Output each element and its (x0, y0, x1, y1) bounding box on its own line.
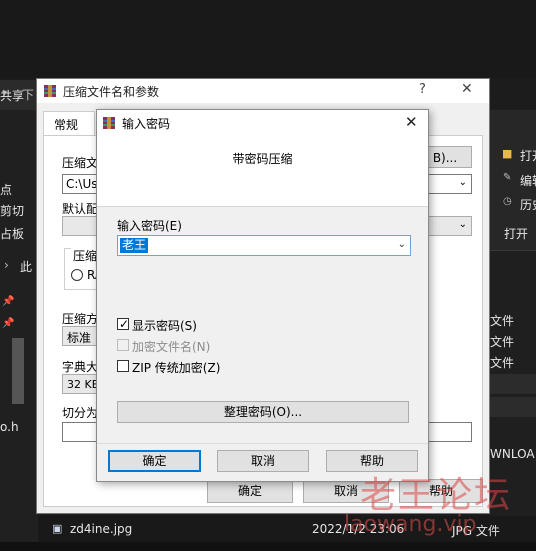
password-input[interactable]: 老王 ⌄ (117, 235, 411, 256)
default-config-label: 默认配 (62, 202, 99, 216)
explorer-status-strip (0, 542, 536, 551)
checkbox-box (117, 360, 129, 372)
ribbon-cut-label[interactable]: 剪切 (0, 202, 24, 219)
breadcrumb-arrow-icon[interactable]: › (4, 258, 9, 272)
compression-method-label: 压缩方 (62, 312, 99, 326)
split-volumes-label: 切分为 (62, 406, 99, 420)
dialog-header: 带密码压缩 (97, 136, 428, 206)
cancel-button[interactable]: 取消 (217, 450, 309, 472)
downloads-item[interactable]: WNLOA (490, 447, 535, 461)
ok-button[interactable]: 确定 (207, 479, 293, 503)
edit-icon: ✎ (503, 172, 512, 183)
divider (97, 206, 428, 207)
ribbon-edit-label[interactable]: 编辑 (520, 172, 536, 189)
ok-button[interactable]: 确定 (108, 450, 201, 472)
history-icon: ◷ (503, 196, 512, 207)
password-value: 老王 (120, 238, 149, 253)
explorer-scrollbar-thumb[interactable] (12, 338, 24, 404)
left-file-name[interactable]: o.h (0, 420, 19, 434)
dictionary-size-label: 字典大 (62, 360, 99, 374)
show-password-label: 显示密码(S) (132, 319, 197, 333)
close-icon[interactable]: ✕ (405, 113, 418, 131)
chevron-down-icon[interactable]: ⌄ (398, 239, 406, 250)
pin-icon: 📌 (2, 318, 15, 329)
file-type-cell: 文件 (490, 356, 515, 370)
file-icon: ▣ (52, 522, 63, 535)
file-type-cell: 文件 (490, 314, 515, 328)
enter-password-dialog: 输入密码 ✕ 带密码压缩 输入密码(E) 老王 ⌄ ✓ 显示密码(S) 加密文件… (96, 109, 429, 482)
folder-icon: ■ (502, 147, 513, 160)
checkbox-box (117, 339, 129, 351)
zip-legacy-label: ZIP 传统加密(Z) (132, 361, 221, 375)
divider (490, 250, 536, 251)
ribbon-open-label[interactable]: 打开 (520, 147, 536, 164)
winrar-icon (103, 117, 115, 129)
help-icon[interactable]: ? (419, 82, 426, 97)
divider (97, 443, 428, 444)
ribbon-open-group-label: 打开 (504, 227, 529, 241)
list-item[interactable] (490, 374, 536, 394)
watermark-url: laowang.vip (344, 512, 477, 537)
rar-radio[interactable] (71, 269, 83, 281)
ribbon-label: 点 (0, 183, 13, 197)
explorer-top-strip (0, 0, 536, 78)
list-item[interactable] (490, 397, 536, 417)
close-icon[interactable]: ✕ (461, 81, 473, 97)
organize-passwords-button[interactable]: 整理密码(O)... (117, 401, 409, 423)
file-name: zd4ine.jpg (70, 522, 133, 536)
dictionary-size-value: 32 KB (67, 378, 100, 391)
chevron-down-icon: ⌄ (458, 177, 467, 188)
watermark-logo-text: 老王论坛 (360, 475, 513, 516)
compression-method-value: 标准 (67, 331, 92, 345)
file-type-cell: 文件 (490, 335, 515, 349)
format-group-label: 压缩 (71, 247, 100, 264)
breadcrumb-this-pc[interactable]: 此 (20, 258, 32, 275)
dialog-titlebar[interactable]: 压缩文件名和参数 ? ✕ (37, 79, 489, 103)
check-icon: ✓ (119, 317, 130, 331)
tab-general[interactable]: 常规 (43, 111, 95, 135)
explorer-left-column (0, 110, 38, 551)
archive-name-label: 压缩文 (62, 156, 99, 170)
dialog-title: 压缩文件名和参数 (63, 85, 160, 99)
dialog-heading: 带密码压缩 (232, 152, 293, 166)
dialog-title: 输入密码 (122, 117, 171, 131)
password-label: 输入密码(E) (117, 219, 182, 233)
ribbon-clipboard-label: 占板 (0, 227, 25, 241)
chevron-down-icon[interactable]: ▾ (2, 88, 7, 99)
checkbox-box: ✓ (117, 317, 130, 331)
explorer-top-tab[interactable]: 下 (22, 86, 34, 103)
ribbon-history-label[interactable]: 历史 (520, 196, 536, 213)
tab-general-label: 常规 (54, 118, 79, 132)
pin-icon: 📌 (2, 296, 15, 307)
winrar-icon (44, 85, 56, 97)
encrypt-filenames-label: 加密文件名(N) (132, 340, 211, 354)
chevron-down-icon: ⌄ (458, 219, 467, 230)
dialog-titlebar[interactable]: 输入密码 ✕ (97, 110, 428, 136)
